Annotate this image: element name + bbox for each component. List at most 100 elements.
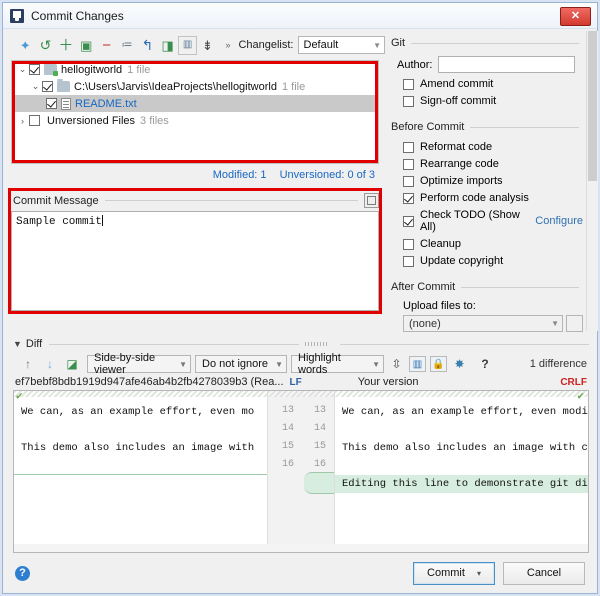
remove-icon[interactable]: − bbox=[96, 35, 116, 55]
dialog-body: ✦ ↺ ＋ ▣ − ≔ ↰ ◨ ▥ ⇟ » Changelist: Defaul… bbox=[3, 29, 597, 593]
ignore-mode-select[interactable]: Do not ignore ▼ bbox=[195, 355, 287, 373]
option-cleanup[interactable]: Cleanup bbox=[403, 238, 583, 250]
options-scrollbar[interactable] bbox=[586, 31, 598, 331]
configure-link[interactable]: Configure bbox=[535, 215, 583, 227]
upload-label-text: Upload files to: bbox=[403, 300, 476, 312]
preview-icon[interactable]: ▥ bbox=[178, 36, 197, 55]
diff-revision-hash: ef7bebf8bdb1919d947afe46ab4b2fb4278039b3… bbox=[15, 376, 284, 388]
revert-diff-icon[interactable]: ◪ bbox=[61, 354, 83, 374]
option-reformat-code[interactable]: Reformat code bbox=[403, 141, 583, 153]
diff-left-pane[interactable]: ✔ We can, as an example effort, even mo … bbox=[14, 391, 267, 552]
option-check-todo[interactable]: Check TODO (Show All) Configure bbox=[403, 209, 583, 233]
move-to-changelist-icon[interactable]: ▣ bbox=[76, 35, 96, 55]
two-column-icon[interactable]: ▥ bbox=[409, 356, 426, 372]
refresh-icon[interactable]: ↺ bbox=[35, 35, 55, 55]
chevron-down-icon[interactable]: ⌄ bbox=[29, 81, 42, 92]
diff-line: We can, as an example effort, even modif bbox=[335, 403, 588, 421]
checkbox[interactable] bbox=[29, 64, 40, 75]
chevron-down-icon[interactable]: ▾ bbox=[477, 569, 481, 578]
option-sign-off-commit[interactable]: Sign-off commit bbox=[403, 95, 583, 107]
diff-right-pane[interactable]: ✔ We can, as an example effort, even mod… bbox=[335, 391, 588, 552]
add-icon[interactable]: ＋ bbox=[56, 35, 76, 55]
expand-all-icon[interactable]: ⇟ bbox=[197, 35, 217, 55]
scrollbar-thumb[interactable] bbox=[588, 31, 597, 181]
option-rearrange-code[interactable]: Rearrange code bbox=[403, 158, 583, 170]
right-line-number: 16 bbox=[314, 459, 326, 470]
arrow-up-icon[interactable]: ↑ bbox=[17, 354, 39, 374]
checkbox[interactable] bbox=[403, 216, 414, 227]
text-caret bbox=[102, 215, 103, 226]
window-title: Commit Changes bbox=[31, 9, 124, 23]
tree-row-label: hellogitworld bbox=[61, 64, 122, 76]
left-line-number: 14 bbox=[282, 423, 294, 434]
commit-message-section: Commit Message Sample commit bbox=[11, 191, 379, 311]
checkbox[interactable] bbox=[403, 159, 414, 170]
tree-row[interactable]: ⌄ hellogitworld 1 file bbox=[12, 61, 378, 78]
upload-target-select[interactable]: (none) ▼ bbox=[403, 315, 563, 332]
option-label: Optimize imports bbox=[420, 175, 503, 187]
upload-config-button[interactable] bbox=[566, 315, 583, 332]
left-line-number: 15 bbox=[282, 441, 294, 452]
collapse-unchanged-icon[interactable]: ⇳ bbox=[388, 356, 405, 372]
diff-horizontal-scrollbar[interactable] bbox=[14, 544, 588, 552]
diff-top-boundary bbox=[335, 391, 588, 397]
left-line-ending[interactable]: LF bbox=[290, 377, 302, 388]
splitter-grip[interactable] bbox=[305, 342, 327, 346]
commit-button[interactable]: Commit ▾ bbox=[413, 562, 495, 585]
checkbox[interactable] bbox=[29, 115, 40, 126]
git-group: Git Author: Amend commit Sign-off commit bbox=[391, 37, 597, 107]
cancel-button[interactable]: Cancel bbox=[503, 562, 585, 585]
left-line-number: 13 bbox=[282, 405, 294, 416]
arrow-down-icon[interactable]: ↓ bbox=[39, 354, 61, 374]
group-by-icon[interactable]: ≔ bbox=[117, 35, 137, 55]
option-optimize-imports[interactable]: Optimize imports bbox=[403, 175, 583, 187]
chevron-down-icon[interactable]: ▼ bbox=[13, 339, 22, 349]
diff-section-title: Diff bbox=[26, 338, 42, 350]
revert-icon[interactable]: ↰ bbox=[137, 35, 157, 55]
checkbox[interactable] bbox=[46, 98, 57, 109]
left-panel: ✦ ↺ ＋ ▣ − ≔ ↰ ◨ ▥ ⇟ » Changelist: Defaul… bbox=[3, 29, 385, 332]
chevron-down-icon[interactable]: ⌄ bbox=[16, 64, 29, 75]
help-icon[interactable]: ? bbox=[15, 566, 30, 581]
option-update-copyright[interactable]: Update copyright bbox=[403, 255, 583, 267]
magic-wand-icon[interactable]: ✦ bbox=[15, 35, 35, 55]
message-history-icon[interactable] bbox=[364, 193, 379, 208]
tree-row[interactable]: ⌄ C:\Users\Jarvis\IdeaProjects\hellogitw… bbox=[12, 78, 378, 95]
changed-files-tree[interactable]: ⌄ hellogitworld 1 file ⌄ C:\Users\Jarvis… bbox=[11, 60, 379, 164]
upload-target-value: (none) bbox=[409, 318, 441, 330]
gutter-top-boundary bbox=[268, 391, 334, 397]
checkbox[interactable] bbox=[403, 176, 414, 187]
chevron-right-icon[interactable]: › bbox=[16, 116, 29, 126]
right-line-number: 13 bbox=[314, 405, 326, 416]
checkbox[interactable] bbox=[42, 81, 53, 92]
lock-icon[interactable]: 🔒 bbox=[430, 356, 447, 372]
right-line-ending[interactable]: CRLF bbox=[560, 377, 587, 388]
viewer-mode-value: Side-by-side viewer bbox=[94, 352, 174, 376]
gear-icon[interactable]: ✸ bbox=[451, 356, 468, 372]
checkbox[interactable] bbox=[403, 193, 414, 204]
checkbox[interactable] bbox=[403, 239, 414, 250]
after-commit-title: After Commit bbox=[391, 281, 455, 293]
tree-row-label: README.txt bbox=[75, 98, 137, 110]
diff-line: This demo also includes an image with bbox=[14, 439, 267, 457]
option-amend-commit[interactable]: Amend commit bbox=[403, 78, 583, 90]
diff-revision-bar: ef7bebf8bdb1919d947afe46ab4b2fb4278039b3… bbox=[3, 374, 597, 390]
close-icon[interactable]: ✕ bbox=[560, 7, 591, 26]
checkbox[interactable] bbox=[403, 96, 414, 107]
diff-viewer[interactable]: ✔ We can, as an example effort, even mo … bbox=[13, 390, 589, 553]
highlight-mode-select[interactable]: Highlight words ▼ bbox=[291, 355, 384, 373]
commit-message-input[interactable]: Sample commit bbox=[11, 211, 379, 311]
overflow-chevron-icon[interactable]: » bbox=[225, 40, 230, 50]
option-perform-code-analysis[interactable]: Perform code analysis bbox=[403, 192, 583, 204]
diff-line bbox=[14, 457, 267, 475]
tree-row[interactable]: README.txt bbox=[12, 95, 378, 112]
question-icon[interactable]: ? bbox=[474, 354, 496, 374]
checkbox[interactable] bbox=[403, 79, 414, 90]
checkbox[interactable] bbox=[403, 142, 414, 153]
changelist-select[interactable]: Default ▼ bbox=[298, 36, 386, 54]
show-diff-icon[interactable]: ◨ bbox=[158, 35, 178, 55]
author-field[interactable] bbox=[438, 56, 575, 73]
tree-row[interactable]: › Unversioned Files 3 files bbox=[12, 112, 378, 129]
viewer-mode-select[interactable]: Side-by-side viewer ▼ bbox=[87, 355, 191, 373]
checkbox[interactable] bbox=[403, 256, 414, 267]
